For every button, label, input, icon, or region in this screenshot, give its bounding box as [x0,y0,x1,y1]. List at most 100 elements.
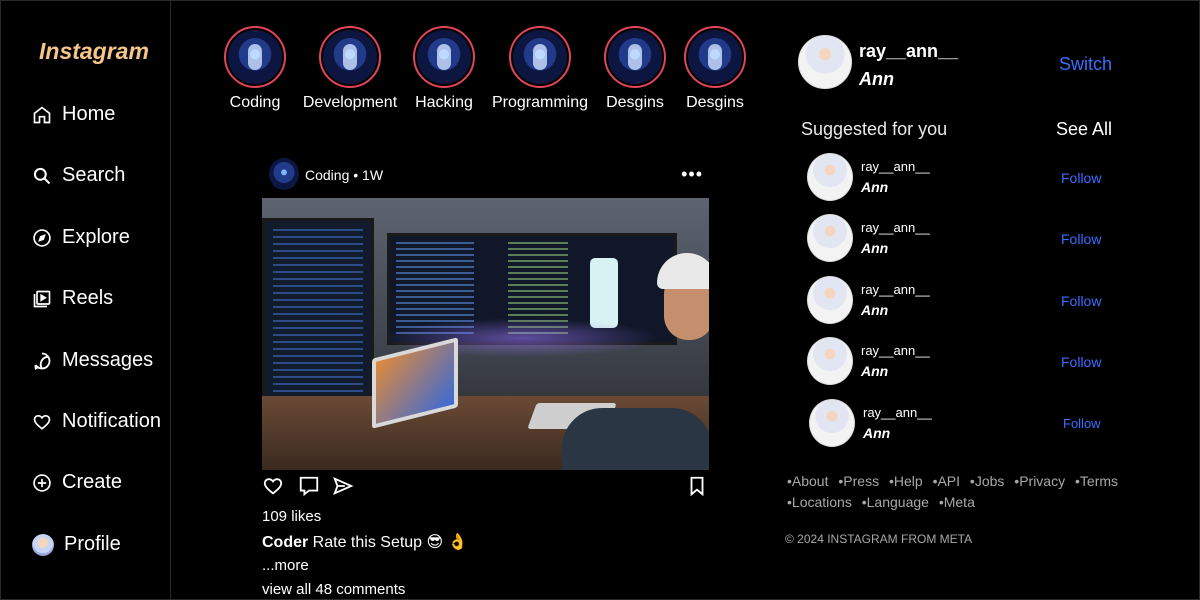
story-item[interactable]: Hacking [389,26,499,112]
instagram-logo[interactable]: Instagram [39,38,149,65]
avatar[interactable] [807,214,853,262]
story-avatar [513,30,567,84]
plus-circle-icon [33,473,51,492]
follow-button[interactable]: Follow [1061,354,1101,370]
suggestion-item: ray__ann__ Ann Follow [807,214,1107,264]
sidebar-item-label: Notification [62,410,161,432]
suggestion-name: Ann [861,363,889,379]
suggestion-name: Ann [861,179,889,195]
person [562,408,709,470]
bookmark-icon[interactable] [686,475,708,497]
see-all-button[interactable]: See All [1056,119,1112,140]
suggestion-username[interactable]: ray__ann__ [861,220,930,235]
follow-button[interactable]: Follow [1061,231,1101,247]
footer-link-privacy[interactable]: •Privacy [1014,473,1065,489]
reels-icon [33,290,51,307]
messenger-icon [34,352,51,370]
more-options-icon[interactable]: ••• [681,164,703,185]
footer-link-language[interactable]: •Language [862,494,929,510]
sidebar-item-notification[interactable]: Notification [32,410,161,433]
more-link[interactable]: ...more [262,557,309,574]
profile-username[interactable]: ray__ann__ [859,41,958,62]
avatar[interactable] [807,153,853,201]
avatar [32,533,54,556]
footer-link-meta[interactable]: •Meta [939,494,975,510]
story-avatar [323,30,377,84]
sidebar-item-profile[interactable]: Profile [32,533,121,556]
sidebar-item-home[interactable]: Home [32,103,115,126]
sidebar-item-label: Explore [62,226,130,248]
post-actions [262,475,709,497]
story-ring [413,26,475,88]
footer-link-locations[interactable]: •Locations [787,494,852,510]
likes-count[interactable]: 109 likes [262,508,321,525]
footer-link-help[interactable]: •Help [889,473,923,489]
post-image[interactable] [262,198,709,470]
follow-button[interactable]: Follow [1061,293,1101,309]
suggestion-username[interactable]: ray__ann__ [861,343,930,358]
sidebar-item-reels[interactable]: Reels [32,287,113,310]
avatar[interactable] [807,276,853,324]
story-avatar [608,30,662,84]
story-ring [604,26,666,88]
avatar[interactable] [807,337,853,385]
sidebar-item-explore[interactable]: Explore [32,226,130,249]
sidebar-item-label: Home [62,103,116,125]
suggestion-name: Ann [861,240,889,256]
search-icon [33,167,51,184]
footer-link-api[interactable]: •API [933,473,960,489]
post-caption: Coder Rate this Setup 😎 👌 [262,532,468,552]
suggestion-name: Ann [863,425,891,441]
sidebar: Instagram Home Search Explore Reels Mess… [1,1,171,600]
story-ring [319,26,381,88]
story-avatar [417,30,471,84]
story-item[interactable]: Coding [200,26,310,112]
story-ring [509,26,571,88]
copyright-text: © 2024 INSTAGRAM FROM META [785,532,973,546]
profile-avatar[interactable] [798,35,852,89]
sidebar-item-label: Profile [64,533,121,555]
post-author-meta[interactable]: Coding • 1W [305,167,383,183]
story-avatar [228,30,282,84]
comment-icon[interactable] [298,475,320,497]
sidebar-item-messages[interactable]: Messages [32,349,153,372]
suggestion-item: ray__ann__ Ann Follow [807,276,1107,326]
footer-link-terms[interactable]: •Terms [1075,473,1118,489]
footer-link-jobs[interactable]: •Jobs [970,473,1004,489]
suggestion-username[interactable]: ray__ann__ [861,282,930,297]
heart-icon [33,414,51,430]
sidebar-item-label: Reels [62,287,114,309]
like-icon[interactable] [262,475,284,497]
story-avatar [688,30,742,84]
view-comments-link[interactable]: view all 48 comments [262,581,405,598]
follow-button[interactable]: Follow [1061,170,1101,186]
story-ring [684,26,746,88]
suggestion-item: ray__ann__ Ann Follow [807,337,1107,387]
post-author-avatar[interactable] [269,158,299,190]
follow-button[interactable]: Follow [1063,416,1101,431]
suggestion-username[interactable]: ray__ann__ [861,159,930,174]
story-item[interactable]: Desgins [660,26,770,112]
story-label: Hacking [415,94,473,111]
story-item[interactable]: Programming [485,26,595,112]
compass-icon [33,228,51,247]
footer-link-press[interactable]: •Press [838,473,879,489]
suggestion-item: ray__ann__ Ann Follow [807,153,1107,203]
avatar[interactable] [809,399,855,447]
story-label: Desgins [686,94,744,111]
switch-button[interactable]: Switch [1059,54,1112,75]
sidebar-item-search[interactable]: Search [32,164,125,187]
sidebar-item-create[interactable]: Create [32,471,122,494]
story-label: Programming [491,94,589,111]
sidebar-item-label: Messages [62,349,154,371]
footer-link-about[interactable]: •About [787,473,829,489]
profile-name: Ann [859,69,894,89]
suggestion-username[interactable]: ray__ann__ [863,405,932,420]
sidebar-item-label: Create [62,471,123,493]
story-label: Coding [229,94,281,111]
sidebar-item-label: Search [62,164,126,186]
share-icon[interactable] [332,475,354,497]
caption-username[interactable]: Coder [262,534,308,551]
post-header: Coding • 1W ••• [269,158,709,192]
home-icon [33,105,51,123]
